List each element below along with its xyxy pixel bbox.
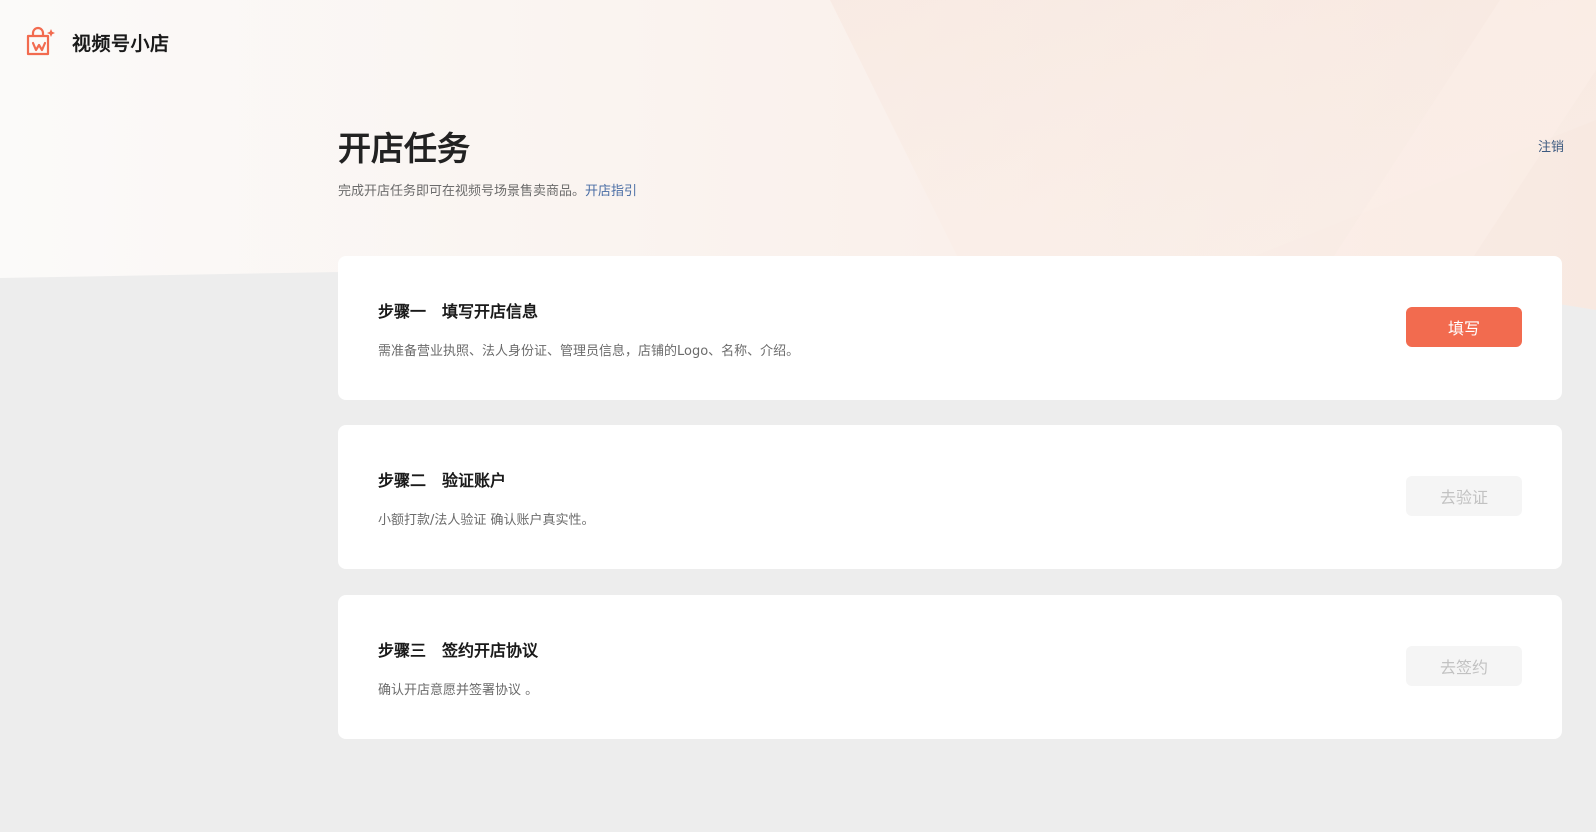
fill-info-button[interactable]: 填写 <box>1406 307 1522 347</box>
shopping-bag-icon <box>24 26 56 58</box>
step-title: 步骤三 签约开店协议 <box>378 641 539 660</box>
step-title: 步骤二 验证账户 <box>378 471 507 490</box>
step-card-2: 步骤二 验证账户 小额打款/法人验证 确认账户真实性。 去验证 <box>338 425 1562 569</box>
step-card-3: 步骤三 签约开店协议 确认开店意愿并签署协议 。 去签约 <box>338 595 1562 739</box>
step-description: 确认开店意愿并签署协议 。 <box>378 683 539 698</box>
step-description: 小额打款/法人验证 确认账户真实性。 <box>378 513 595 528</box>
step-title: 步骤一 填写开店信息 <box>378 302 539 321</box>
page-title: 开店任务 <box>338 129 470 168</box>
guide-link[interactable]: 开店指引 <box>585 184 637 199</box>
verify-account-button: 去验证 <box>1406 476 1522 516</box>
step-description: 需准备营业执照、法人身份证、管理员信息，店铺的Logo、名称、介绍。 <box>378 344 800 359</box>
app-name: 视频号小店 <box>72 32 170 55</box>
step-card-1: 步骤一 填写开店信息 需准备营业执照、法人身份证、管理员信息，店铺的Logo、名… <box>338 256 1562 400</box>
logout-link[interactable]: 注销 <box>1538 136 1564 155</box>
app-logo[interactable]: 视频号小店 <box>24 26 170 58</box>
subtitle-text: 完成开店任务即可在视频号场景售卖商品。 <box>338 184 586 199</box>
page-subtitle: 完成开店任务即可在视频号场景售卖商品。开店指引 <box>338 180 637 199</box>
sign-agreement-button: 去签约 <box>1406 646 1522 686</box>
